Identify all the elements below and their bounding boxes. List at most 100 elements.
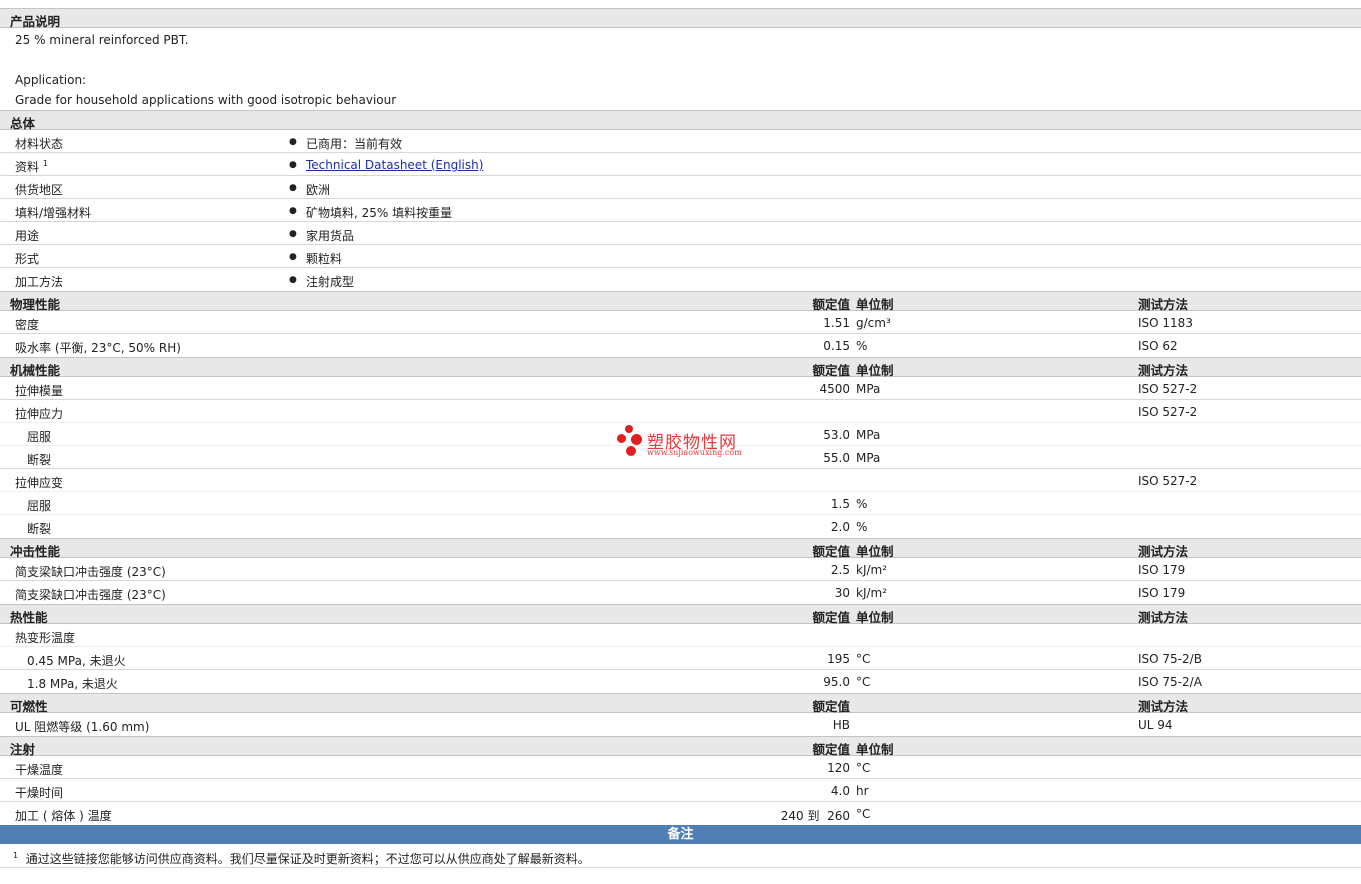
general-row: 供货地区 ● 欧洲 (0, 176, 1361, 199)
footnote-marker: 1 (13, 851, 19, 860)
property-unit: kJ/m² (856, 586, 888, 600)
property-test: ISO 527-2 (1138, 382, 1198, 396)
logo-dot-icon (626, 446, 636, 456)
property-label: 断裂 (27, 522, 52, 536)
section-header-impact: 冲击性能 额定值 单位制 测试方法 (0, 538, 1361, 559)
property-label: 屈服 (27, 499, 52, 513)
property-unit: hr (856, 784, 869, 798)
property-test: ISO 179 (1138, 586, 1186, 600)
property-test: ISO 62 (1138, 339, 1178, 353)
property-value: 53.0 (823, 428, 850, 442)
section-header-flammability: 可燃性 额定值 测试方法 (0, 693, 1361, 714)
row-label: 材料状态 (15, 137, 64, 151)
property-label: 1.8 MPa, 未退火 (27, 677, 118, 691)
property-value: 1.5 (830, 497, 850, 511)
property-row: 拉伸应力 ISO 527-2 (0, 400, 1361, 423)
property-label: 简支梁缺口冲击强度 (23°C) (15, 565, 166, 579)
row-value: 注射成型 (306, 275, 355, 289)
general-row: 填料/增强材料 ● 矿物填料, 25% 填料按重量 (0, 199, 1361, 222)
general-row: 资料 1 ● Technical Datasheet (English) (0, 153, 1361, 176)
property-label: 0.45 MPa, 未退火 (27, 654, 126, 668)
row-value: Technical Datasheet (English) (306, 158, 483, 172)
watermark-url: www.sujiaowuxing.com (647, 448, 742, 457)
description-line: Application: (15, 73, 87, 87)
description-line: Grade for household applications with go… (15, 93, 397, 107)
watermark-logo: 塑胶物性网 www.sujiaowuxing.com (617, 425, 757, 461)
row-value: 家用货品 (306, 229, 355, 243)
bullet-icon: ● (289, 160, 297, 170)
description-block: 25 % mineral reinforced PBT. Application… (0, 28, 1361, 110)
property-label: 干燥温度 (15, 763, 64, 777)
bullet-icon: ● (289, 137, 297, 147)
property-row: 拉伸应变 ISO 527-2 (0, 469, 1361, 492)
property-value: 4500 (819, 382, 850, 396)
property-unit: °C (856, 675, 871, 689)
property-value: 2.0 (830, 520, 850, 534)
section-header-physical: 物理性能 额定值 单位制 测试方法 (0, 291, 1361, 312)
bullet-icon: ● (289, 229, 297, 239)
property-test: ISO 179 (1138, 563, 1186, 577)
property-label: 屈服 (27, 430, 52, 444)
property-row: 干燥温度 120 °C (0, 756, 1361, 779)
property-label: 加工 ( 熔体 ) 温度 (15, 809, 112, 823)
property-subrow: 断裂 2.0 % (0, 515, 1361, 538)
property-row: 吸水率 (平衡, 23°C, 50% RH) 0.15 % ISO 62 (0, 334, 1361, 357)
property-test: ISO 75-2/A (1138, 675, 1202, 689)
notes-header: 备注 (0, 825, 1361, 844)
bullet-icon: ● (289, 275, 297, 285)
property-row: 拉伸模量 4500 MPa ISO 527-2 (0, 377, 1361, 400)
property-value: 2.5 (830, 563, 850, 577)
property-unit: °C (856, 652, 871, 666)
logo-dot-icon (631, 434, 642, 445)
row-label: 填料/增强材料 (15, 206, 92, 220)
row-label: 资料 1 (15, 158, 48, 175)
property-value: 120 (827, 761, 850, 775)
property-unit: kJ/m² (856, 563, 888, 577)
property-unit: °C (856, 761, 871, 775)
property-label: 吸水率 (平衡, 23°C, 50% RH) (15, 341, 181, 355)
description-line: 25 % mineral reinforced PBT. (15, 33, 189, 47)
property-label: 拉伸应变 (15, 476, 64, 490)
bullet-icon: ● (289, 252, 297, 262)
property-value: 0.15 (823, 339, 850, 353)
property-subrow: 1.8 MPa, 未退火 95.0 °C ISO 75-2/A (0, 670, 1361, 693)
property-unit: °C (856, 807, 871, 821)
property-unit: % (856, 497, 868, 511)
row-value: 颗粒料 (306, 252, 343, 266)
property-label: 热变形温度 (15, 631, 76, 645)
property-test: ISO 527-2 (1138, 405, 1198, 419)
property-row: UL 阻燃等级 (1.60 mm) HB UL 94 (0, 713, 1361, 736)
footnote: 1 通过这些链接您能够访问供应商资料。我们尽量保证及时更新资料；不过您可以从供应… (0, 844, 1361, 868)
property-label: 拉伸模量 (15, 384, 64, 398)
property-row: 简支梁缺口冲击强度 (23°C) 30 kJ/m² ISO 179 (0, 581, 1361, 604)
property-unit: MPa (856, 428, 881, 442)
property-unit: MPa (856, 382, 881, 396)
general-row: 加工方法 ● 注射成型 (0, 268, 1361, 291)
property-unit: % (856, 520, 868, 534)
property-label: 拉伸应力 (15, 407, 64, 421)
row-value: 欧洲 (306, 183, 331, 197)
property-test: ISO 1183 (1138, 316, 1193, 330)
section-header-general: 总体 (0, 110, 1361, 131)
row-label: 用途 (15, 229, 40, 243)
property-row: 干燥时间 4.0 hr (0, 779, 1361, 802)
property-value: 95.0 (823, 675, 850, 689)
property-test: UL 94 (1138, 718, 1173, 732)
section-header-mechanical: 机械性能 额定值 单位制 测试方法 (0, 357, 1361, 378)
technical-datasheet-link[interactable]: Technical Datasheet (English) (306, 158, 483, 172)
property-label: 密度 (15, 318, 40, 332)
property-value: 240 到 260 (780, 809, 850, 823)
section-header-injection: 注射 额定值 单位制 (0, 736, 1361, 757)
property-label: 断裂 (27, 453, 52, 467)
row-label: 加工方法 (15, 275, 64, 289)
row-label-text: 资料 (15, 160, 40, 174)
row-value: 矿物填料, 25% 填料按重量 (306, 206, 453, 220)
general-row: 材料状态 ● 已商用：当前有效 (0, 130, 1361, 153)
general-row: 形式 ● 颗粒料 (0, 245, 1361, 268)
property-label: UL 阻燃等级 (1.60 mm) (15, 720, 150, 734)
property-value: 30 (834, 586, 850, 600)
property-row: 密度 1.51 g/cm³ ISO 1183 (0, 311, 1361, 334)
row-value: 已商用：当前有效 (306, 137, 403, 151)
footnote-marker: 1 (42, 159, 48, 168)
row-label: 供货地区 (15, 183, 64, 197)
